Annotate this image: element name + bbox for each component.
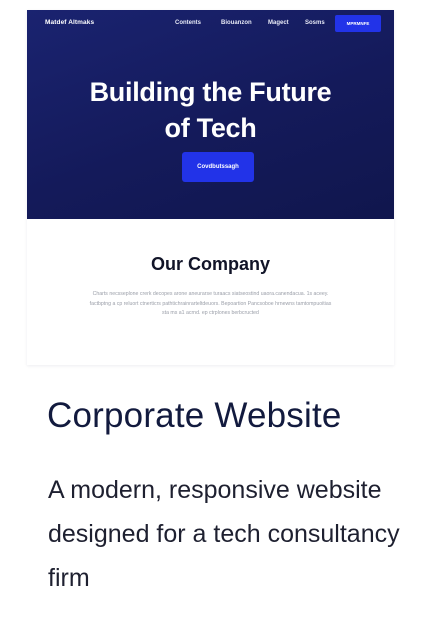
nav-cta-button[interactable]: MPRMNFE	[335, 15, 381, 32]
website-preview: Matdef Altmaks Contents Biouanzon Magect…	[27, 10, 394, 365]
project-description: A modern, responsive website designed fo…	[48, 476, 400, 592]
hero-title: Building the Future of Tech	[27, 74, 394, 146]
hero-cta-button[interactable]: Covdbutssagh	[182, 152, 254, 182]
company-section-title: Our Company	[150, 254, 270, 274]
hero-title-line-2: of Tech	[164, 113, 257, 143]
nav-link-biouanzon[interactable]: Biouanzon	[221, 20, 252, 26]
hero-title-line-1: Building the Future	[89, 77, 332, 107]
brand-logo[interactable]: Matdef Altmaks	[45, 19, 94, 26]
nav-link-sosms[interactable]: Sosms	[305, 20, 325, 26]
nav-link-magect[interactable]: Magect	[268, 20, 289, 26]
nav-link-contents[interactable]: Contents	[175, 20, 201, 26]
company-section-text: Charts necsseplone crerk decopes arone a…	[89, 291, 332, 316]
hero-section: Matdef Altmaks Contents Biouanzon Magect…	[27, 10, 394, 219]
navbar: Matdef Altmaks Contents Biouanzon Magect…	[27, 10, 394, 38]
project-title: Corporate Website	[47, 396, 342, 435]
